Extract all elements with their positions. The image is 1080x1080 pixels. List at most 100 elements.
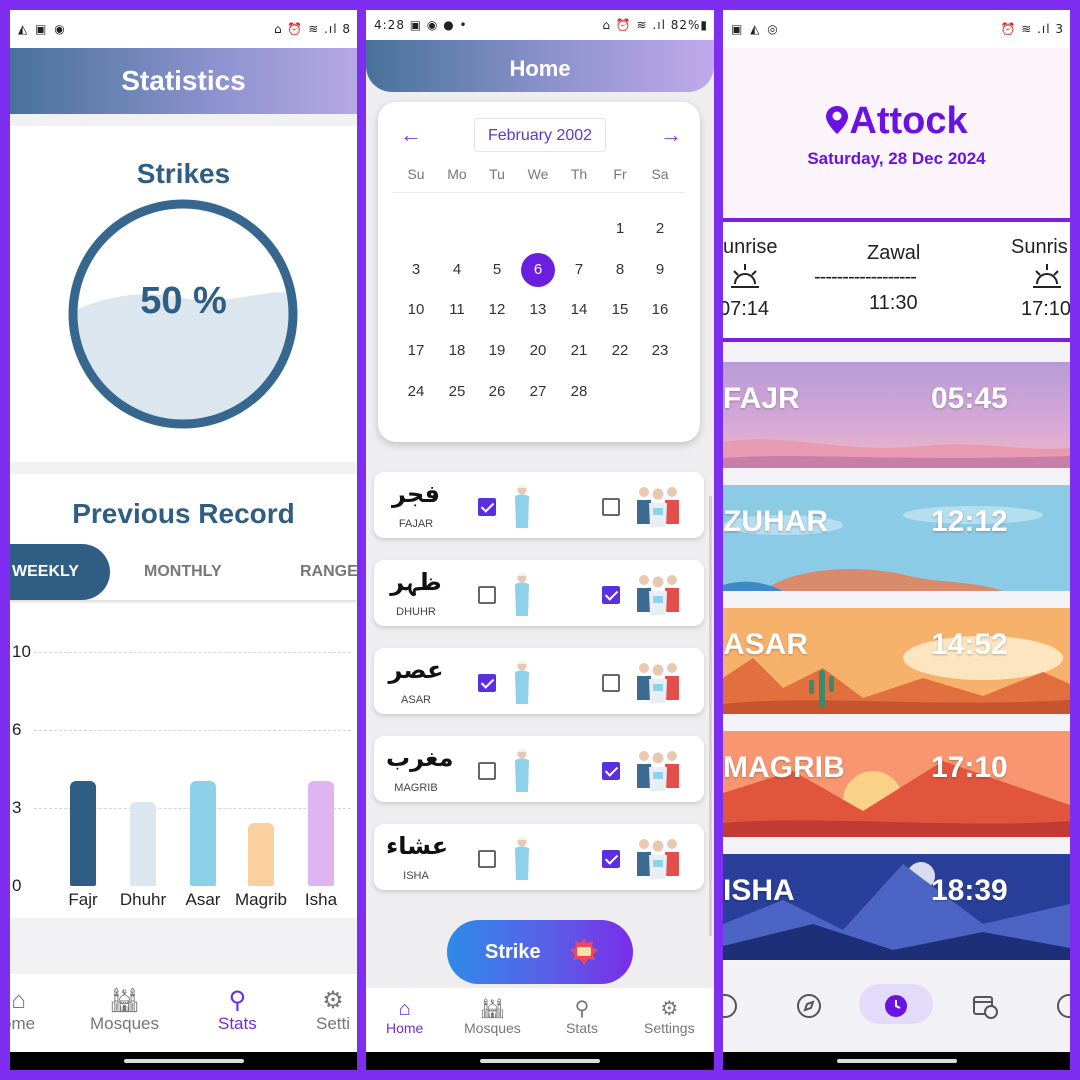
- calendar-day[interactable]: 27: [521, 375, 555, 409]
- status-icons-left: 4:28 ▣ ◉ ● •: [374, 18, 468, 32]
- individual-prayer-checkbox[interactable]: [478, 586, 496, 604]
- calendar-day[interactable]: 12: [480, 293, 514, 327]
- bottom-nav: ⌂ ome 🕌︎ Mosques ⚲ Stats ⚙ Setti: [10, 974, 357, 1052]
- prayer-card-asar[interactable]: ASAR 14:52: [723, 608, 1070, 714]
- status-icons-left: ▣ ◭ ◎: [731, 22, 780, 36]
- home-icon: ⌂: [11, 987, 26, 1014]
- calendar-day[interactable]: 16: [643, 293, 677, 327]
- calendar-day[interactable]: 19: [480, 334, 514, 368]
- prayer-time: 05:45: [931, 382, 1008, 415]
- calendar-day[interactable]: 8: [603, 253, 637, 287]
- prayer-name: ZUHAR: [723, 505, 828, 538]
- location-pin-icon: [826, 106, 849, 134]
- settings-icon: ⚙: [322, 987, 344, 1014]
- nav-mosques-label: Mosques: [90, 1014, 159, 1033]
- calendar-day[interactable]: 2: [643, 212, 677, 246]
- settings-icon: ⚙: [660, 998, 679, 1020]
- calendar-day[interactable]: 10: [399, 293, 433, 327]
- congregation-prayer-checkbox[interactable]: [602, 498, 620, 516]
- prayer-time: 17:10: [931, 751, 1008, 784]
- status-icons-right: ⏰ ≋ .ıl 3: [1000, 22, 1064, 36]
- compass-icon[interactable]: [795, 992, 823, 1020]
- calendar-day[interactable]: 7: [562, 253, 596, 287]
- individual-prayer-checkbox[interactable]: [478, 498, 496, 516]
- calendar-day[interactable]: 1: [603, 212, 637, 246]
- scrollbar[interactable]: [709, 496, 712, 936]
- calendar-day[interactable]: 4: [440, 253, 474, 287]
- nav-settings[interactable]: ⚙ Setti: [316, 988, 350, 1034]
- weekday-label: Th: [570, 166, 588, 182]
- calendar-day[interactable]: 26: [480, 375, 514, 409]
- status-bar: ◭ ▣ ◉ ⌂ ⏰ ≋ .ıl 8: [10, 10, 357, 48]
- calendar-day[interactable]: 22: [603, 334, 637, 368]
- sunset-label: Sunris: [1011, 236, 1068, 258]
- y-tick-10: 10: [12, 642, 31, 661]
- calendar-day[interactable]: 13: [521, 293, 555, 327]
- prev-month-arrow-icon[interactable]: ←: [400, 122, 422, 148]
- calendar-day[interactable]: 28: [562, 375, 596, 409]
- nav-stats[interactable]: ⚲ Stats: [566, 998, 598, 1036]
- prayer-times-screen: ▣ ◭ ◎ ⏰ ≋ .ıl 3 Attock Saturday, 28 Dec …: [723, 10, 1070, 1070]
- prayer-english-name: FAJAR: [398, 518, 434, 530]
- calendar-day[interactable]: 5: [480, 253, 514, 287]
- calendar-divider: [392, 192, 686, 193]
- next-month-arrow-icon[interactable]: →: [660, 122, 682, 148]
- congregation-prayer-checkbox[interactable]: [602, 850, 620, 868]
- calendar-day[interactable]: 20: [521, 334, 555, 368]
- congregation-prayer-checkbox[interactable]: [602, 586, 620, 604]
- clock-icon[interactable]: [882, 992, 910, 1020]
- individual-prayer-checkbox[interactable]: [478, 850, 496, 868]
- partial-nav-icon[interactable]: [723, 992, 739, 1020]
- individual-prayer-checkbox[interactable]: [478, 762, 496, 780]
- calendar-day[interactable]: 14: [562, 293, 596, 327]
- individual-prayer-icon: [515, 661, 529, 704]
- prayer-row-asar: عصر ASAR: [374, 648, 704, 714]
- chart-bar: [248, 822, 274, 886]
- nav-mosques[interactable]: 🕌︎ Mosques: [90, 988, 159, 1034]
- calendar-day[interactable]: 18: [440, 334, 474, 368]
- prayer-row-dhuhr: ظہر DHUHR: [374, 560, 704, 626]
- calendar-day[interactable]: 11: [440, 293, 474, 327]
- calendar-day[interactable]: 21: [562, 334, 596, 368]
- calendar-day[interactable]: 9: [643, 253, 677, 287]
- partial-nav-icon[interactable]: [1055, 992, 1070, 1020]
- chart-bar: [190, 780, 216, 886]
- tab-monthly[interactable]: MONTHLY: [144, 544, 222, 600]
- current-date: Saturday, 28 Dec 2024: [807, 149, 986, 168]
- tab-weekly[interactable]: WEEKLY: [10, 544, 110, 600]
- nav-home[interactable]: ⌂ ome: [10, 988, 35, 1034]
- prayer-card-isha[interactable]: ISHA 18:39: [723, 854, 1070, 960]
- calendar-day[interactable]: 3: [399, 253, 433, 287]
- previous-record-card: Previous Record WEEKLY MONTHLY RANGE 10 …: [10, 474, 357, 918]
- weekday-label: Fr: [613, 166, 627, 182]
- prayer-card-fajr[interactable]: FAJR 05:45: [723, 362, 1070, 468]
- calendar-day[interactable]: 23: [643, 334, 677, 368]
- individual-prayer-checkbox[interactable]: [478, 674, 496, 692]
- prayer-english-name: MAGRIB: [394, 782, 438, 794]
- strike-button[interactable]: Strike: [447, 920, 633, 984]
- prayer-card-magrib[interactable]: MAGRIB 17:10: [723, 731, 1070, 837]
- nav-mosques[interactable]: 🕌︎ Mosques: [464, 998, 521, 1036]
- calendar-clock-icon[interactable]: [971, 992, 999, 1020]
- calendar-day[interactable]: 15: [603, 293, 637, 327]
- prayer-card-zuhar[interactable]: ZUHAR 12:12: [723, 485, 1070, 591]
- congregation-prayer-icon: [637, 839, 679, 879]
- calendar-day[interactable]: 25: [440, 375, 474, 409]
- month-selector[interactable]: February 2002: [474, 118, 606, 152]
- calendar-day[interactable]: 6: [521, 253, 555, 287]
- congregation-prayer-icon: [637, 663, 679, 703]
- calendar-day[interactable]: 24: [399, 375, 433, 409]
- nav-home[interactable]: ⌂ Home: [386, 998, 423, 1036]
- calendar-day[interactable]: 17: [399, 334, 433, 368]
- chart-bar: [308, 780, 334, 886]
- bottom-nav: [723, 964, 1070, 1052]
- previous-record-title: Previous Record: [72, 498, 295, 529]
- congregation-prayer-checkbox[interactable]: [602, 674, 620, 692]
- nav-settings[interactable]: ⚙ Settings: [644, 998, 695, 1036]
- sunset-time: 17:10: [1021, 298, 1070, 320]
- status-icons-right: ⌂ ⏰ ≋ .ıl 8: [274, 22, 351, 36]
- nav-stats[interactable]: ⚲ Stats: [218, 988, 257, 1034]
- zawal-time: 11:30: [869, 292, 918, 314]
- congregation-prayer-checkbox[interactable]: [602, 762, 620, 780]
- tab-range[interactable]: RANGE: [300, 544, 357, 600]
